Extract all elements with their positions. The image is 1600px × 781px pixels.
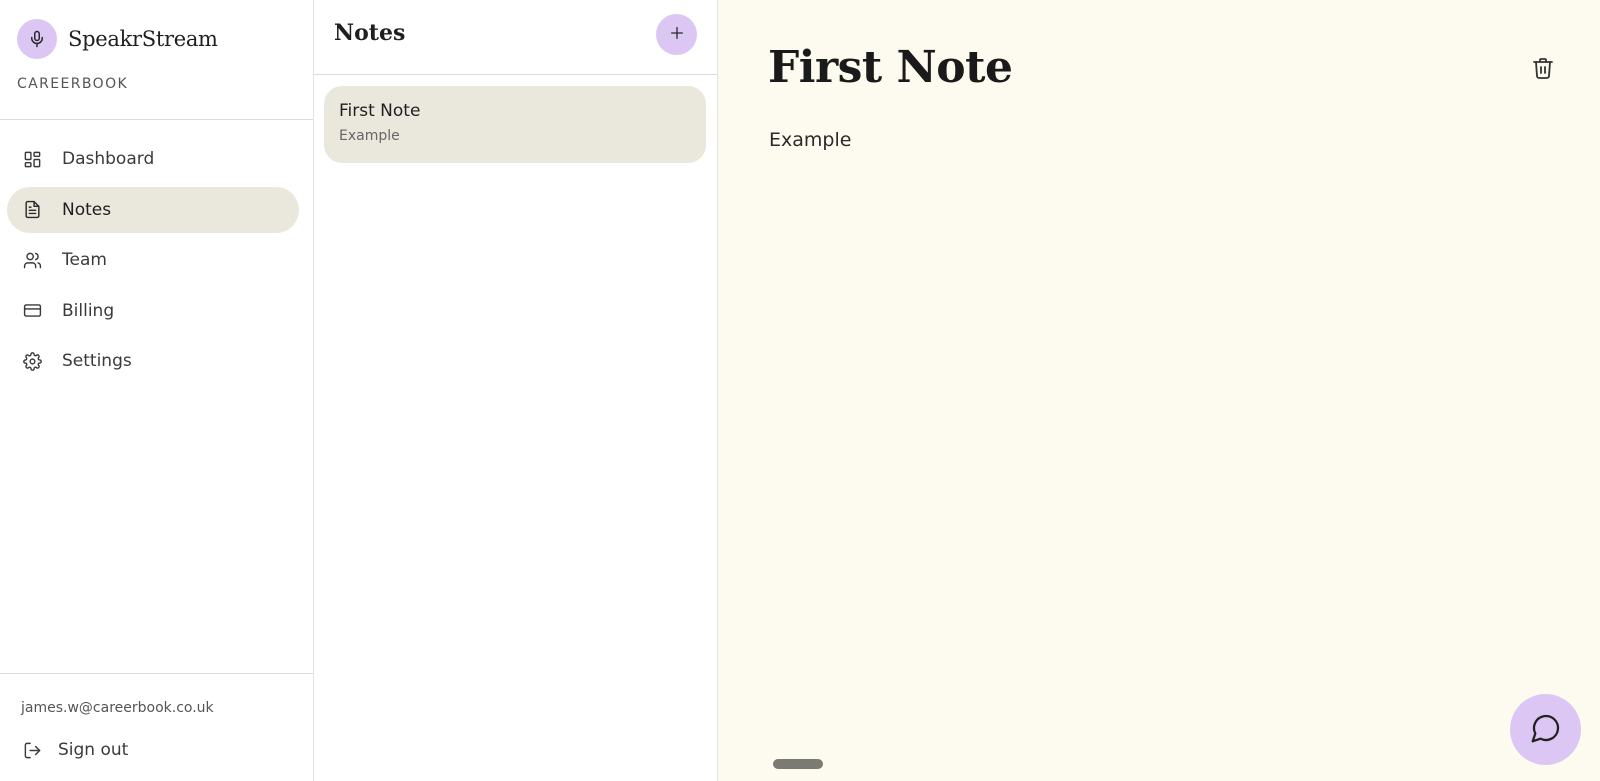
sidebar-item-label: Settings <box>62 351 132 371</box>
user-email: james.w@careerbook.co.uk <box>21 700 214 716</box>
add-note-button[interactable] <box>656 14 697 55</box>
divider <box>0 119 313 120</box>
plus-icon <box>669 25 685 45</box>
microphone-icon <box>17 19 57 59</box>
brand[interactable]: SpeakrStream <box>17 19 218 59</box>
credit-card-icon <box>22 301 42 321</box>
sidebar-item-settings[interactable]: Settings <box>7 338 299 384</box>
sidebar: SpeakrStream CAREERBOOK Dashboard Notes … <box>0 0 314 781</box>
divider <box>0 673 313 674</box>
note-body[interactable]: Example <box>769 129 851 151</box>
sign-out-button[interactable]: Sign out <box>22 740 128 760</box>
sidebar-item-label: Team <box>62 250 107 270</box>
chat-bubble-icon <box>1530 712 1562 748</box>
document-icon <box>22 200 42 220</box>
sidebar-nav: Dashboard Notes Team Billing Settings <box>7 136 299 389</box>
note-preview: Example <box>339 128 400 144</box>
note-title-heading[interactable]: First Note <box>768 42 1013 93</box>
notes-panel-title: Notes <box>334 20 406 46</box>
sidebar-item-billing[interactable]: Billing <box>7 288 299 334</box>
sidebar-item-team[interactable]: Team <box>7 237 299 283</box>
resize-handle[interactable] <box>773 759 823 769</box>
trash-icon <box>1531 56 1555 84</box>
dashboard-icon <box>22 149 42 169</box>
note-list-item[interactable]: First Note Example <box>324 86 706 163</box>
brand-name: SpeakrStream <box>68 27 218 51</box>
sidebar-item-label: Notes <box>62 199 112 220</box>
users-icon <box>22 250 42 270</box>
sidebar-item-label: Dashboard <box>62 149 155 169</box>
divider <box>314 74 717 75</box>
note-editor: First Note Example <box>718 0 1600 781</box>
log-out-icon <box>22 740 42 760</box>
sidebar-item-dashboard[interactable]: Dashboard <box>7 136 299 182</box>
note-title: First Note <box>339 101 421 121</box>
sidebar-item-label: Billing <box>62 300 115 321</box>
gear-icon <box>22 351 42 371</box>
sign-out-label: Sign out <box>58 740 129 760</box>
chat-button[interactable] <box>1510 694 1581 765</box>
organization-name: CAREERBOOK <box>17 76 129 92</box>
sidebar-item-notes[interactable]: Notes <box>7 186 299 233</box>
notes-panel: Notes First Note Example <box>314 0 718 781</box>
delete-note-button[interactable] <box>1529 56 1557 84</box>
